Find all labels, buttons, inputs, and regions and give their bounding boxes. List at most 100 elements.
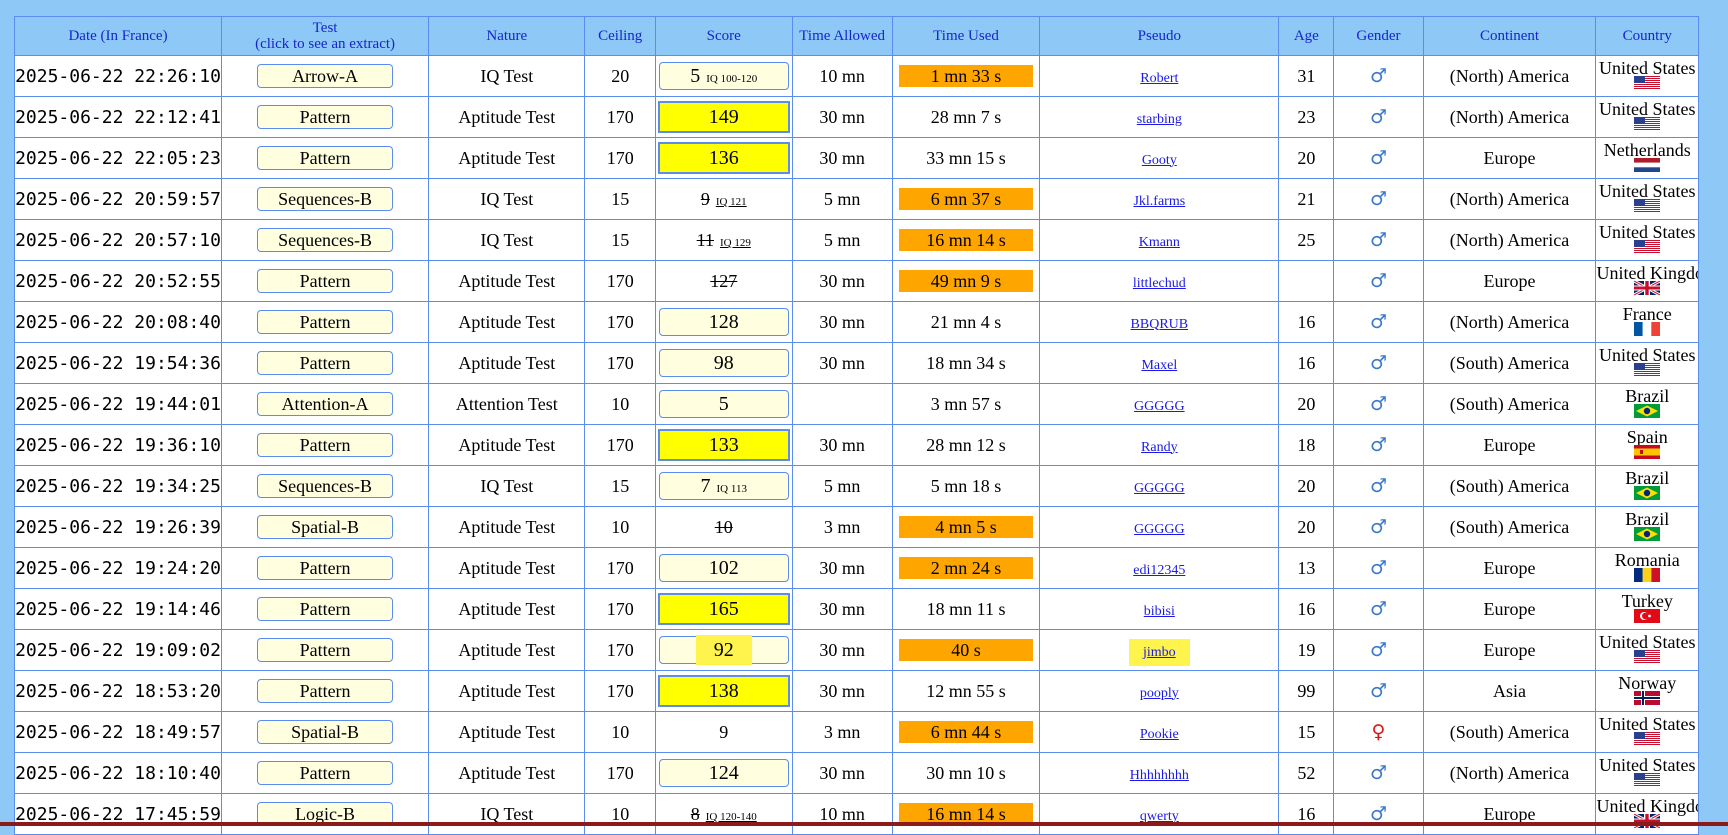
- country-name: United States: [1598, 632, 1696, 652]
- pseudo-link[interactable]: GGGGG: [1134, 481, 1185, 496]
- score-value: 10: [714, 517, 733, 537]
- time-allowed-cell: 5 mn: [791, 178, 893, 220]
- age-cell: 16: [1278, 301, 1335, 343]
- test-extract-button[interactable]: Spatial-B: [257, 515, 394, 539]
- test-extract-button[interactable]: Pattern: [257, 433, 394, 457]
- time-used-cell: 30 mn 10 s: [891, 752, 1041, 794]
- age-cell: 25: [1278, 219, 1335, 261]
- pseudo-link[interactable]: jimbo: [1128, 638, 1190, 666]
- age-cell: 20: [1278, 465, 1335, 507]
- test-extract-button[interactable]: Pattern: [257, 597, 394, 621]
- pseudo-link[interactable]: BBQRUB: [1131, 317, 1189, 332]
- pseudo-cell: GGGGG: [1039, 383, 1280, 425]
- test-extract-button[interactable]: Pattern: [257, 105, 394, 129]
- time-allowed-cell: 30 mn: [791, 137, 893, 179]
- male-icon: ♂: [1369, 516, 1387, 538]
- score-box: 127: [710, 268, 737, 294]
- female-icon: ♀: [1371, 721, 1386, 743]
- time-used-value: 18 mn 11 s: [926, 598, 1006, 619]
- date-cell: 2025-06-22 19:24:20: [13, 547, 223, 589]
- time-used-cell: 18 mn 34 s: [891, 342, 1041, 384]
- country-name: France: [1622, 304, 1672, 324]
- country-cell: United States: [1595, 178, 1699, 220]
- country-name: United Kingdom: [1596, 263, 1698, 283]
- country-cell: Brazil: [1595, 383, 1699, 425]
- test-extract-button[interactable]: Sequences-B: [257, 474, 394, 498]
- score-cell: 128: [654, 301, 793, 343]
- header-nature: Nature: [428, 16, 586, 56]
- nature-cell: Aptitude Test: [428, 424, 586, 466]
- table-row: 2025-06-22 22:26:10 Arrow-A IQ Test 20 5 IQ 1…: [13, 55, 1699, 97]
- time-used-exceeded: 16 mn 14 s: [899, 229, 1034, 251]
- pseudo-link[interactable]: Robert: [1140, 71, 1178, 86]
- pseudo-cell: pooply: [1039, 670, 1280, 712]
- gender-cell: ♂: [1333, 752, 1424, 794]
- country-cell: United Kingdom: [1595, 260, 1699, 302]
- pseudo-link[interactable]: starbing: [1137, 112, 1182, 127]
- male-icon: ♂: [1369, 229, 1387, 251]
- country-cell: United States: [1595, 752, 1699, 794]
- nature-cell: Aptitude Test: [428, 752, 586, 794]
- nature-cell: Aptitude Test: [428, 588, 586, 630]
- age-cell: 23: [1278, 96, 1335, 138]
- pseudo-link[interactable]: edi12345: [1133, 563, 1185, 578]
- country-name: United States: [1598, 714, 1696, 734]
- male-icon: ♂: [1369, 762, 1387, 784]
- pseudo-link[interactable]: Pookie: [1140, 727, 1179, 742]
- date-cell: 2025-06-22 18:10:40: [13, 752, 223, 794]
- table-row: 2025-06-22 19:09:02 Pattern Aptitude Test 1…: [13, 629, 1699, 671]
- pseudo-link[interactable]: pooply: [1140, 686, 1179, 701]
- header-country: Country: [1595, 16, 1699, 56]
- test-extract-button[interactable]: Pattern: [257, 679, 394, 703]
- country-cell: United States: [1595, 629, 1699, 671]
- nature-cell: IQ Test: [428, 55, 586, 97]
- test-extract-button[interactable]: Pattern: [257, 556, 394, 580]
- test-extract-button[interactable]: Sequences-B: [257, 187, 394, 211]
- test-extract-button[interactable]: Pattern: [257, 310, 394, 334]
- ceiling-cell: 170: [584, 260, 656, 302]
- pseudo-link[interactable]: bibisi: [1144, 604, 1175, 619]
- pseudo-link[interactable]: GGGGG: [1134, 522, 1185, 537]
- time-used-cell: 4 mn 5 s: [891, 506, 1041, 548]
- pseudo-link[interactable]: Jkl.farms: [1133, 194, 1185, 209]
- pseudo-link[interactable]: Kmann: [1139, 235, 1180, 250]
- time-allowed-cell: 5 mn: [791, 465, 893, 507]
- test-extract-button[interactable]: Attention-A: [257, 392, 394, 416]
- ceiling-cell: 170: [584, 301, 656, 343]
- country-cell: United Kingdom: [1595, 793, 1699, 835]
- male-icon: ♂: [1369, 147, 1387, 169]
- pseudo-link[interactable]: littlechud: [1133, 276, 1186, 291]
- test-extract-button[interactable]: Arrow-A: [257, 64, 394, 88]
- date-cell: 2025-06-22 17:45:59: [13, 793, 223, 835]
- header-ceiling: Ceiling: [584, 16, 656, 56]
- table-header-row: Date (In France) Test (click to see an e…: [13, 16, 1699, 56]
- test-extract-button[interactable]: Pattern: [257, 269, 394, 293]
- test-extract-button[interactable]: Pattern: [257, 351, 394, 375]
- gender-cell: ♂: [1333, 55, 1424, 97]
- pseudo-link[interactable]: Randy: [1141, 440, 1178, 455]
- score-value: 133: [657, 429, 790, 461]
- results-table: Date (In France) Test (click to see an e…: [13, 16, 1699, 835]
- time-allowed-cell: 30 mn: [791, 547, 893, 589]
- time-used-value: 3 mn 57 s: [930, 393, 1002, 414]
- br-flag-icon: [1634, 486, 1661, 500]
- test-extract-button[interactable]: Pattern: [257, 638, 394, 662]
- date-cell: 2025-06-22 20:59:57: [13, 178, 223, 220]
- score-cell: 8 IQ 120-140: [654, 793, 793, 835]
- test-extract-button[interactable]: Sequences-B: [257, 228, 394, 252]
- score-cell: 7 IQ 113: [654, 465, 793, 507]
- pseudo-link[interactable]: Hhhhhhhh: [1130, 768, 1189, 783]
- pseudo-link[interactable]: Maxel: [1141, 358, 1177, 373]
- test-extract-button[interactable]: Spatial-B: [257, 720, 394, 744]
- continent-cell: (North) America: [1422, 301, 1597, 343]
- test-cell: Pattern: [221, 260, 430, 302]
- gender-cell: ♂: [1333, 219, 1424, 261]
- date-cell: 2025-06-22 20:08:40: [13, 301, 223, 343]
- test-extract-button[interactable]: Pattern: [257, 761, 394, 785]
- pseudo-link[interactable]: GGGGG: [1134, 399, 1185, 414]
- pseudo-link[interactable]: Gooty: [1142, 153, 1177, 168]
- test-extract-button[interactable]: Pattern: [257, 146, 394, 170]
- time-used-cell: 6 mn 37 s: [891, 178, 1041, 220]
- country-name: Norway: [1618, 673, 1677, 693]
- time-used-exceeded: 40 s: [899, 639, 1034, 661]
